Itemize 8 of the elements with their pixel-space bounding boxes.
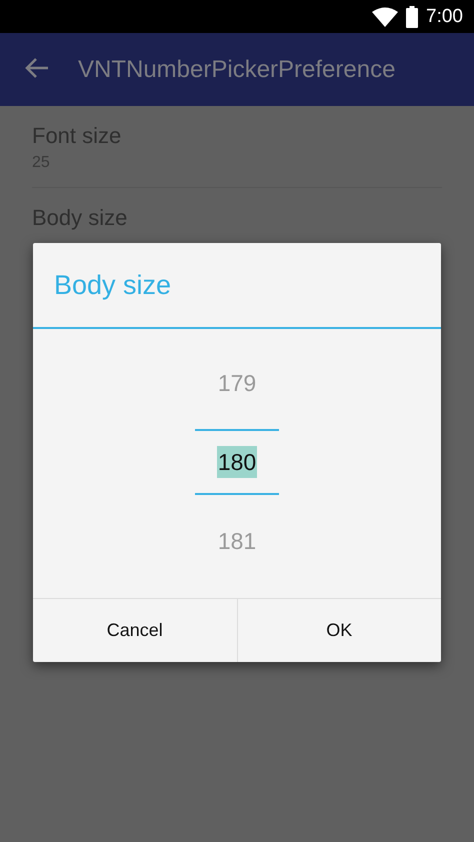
cancel-button[interactable]: Cancel: [33, 599, 236, 662]
ok-button[interactable]: OK: [236, 599, 441, 662]
dialog-title: Body size: [54, 270, 172, 300]
app-title: VNTNumberPickerPreference: [78, 56, 396, 84]
clock-time: 7:00: [426, 6, 463, 28]
wifi-icon: [372, 6, 398, 26]
selected-number[interactable]: 180: [216, 446, 258, 478]
battery-icon: [406, 6, 418, 28]
